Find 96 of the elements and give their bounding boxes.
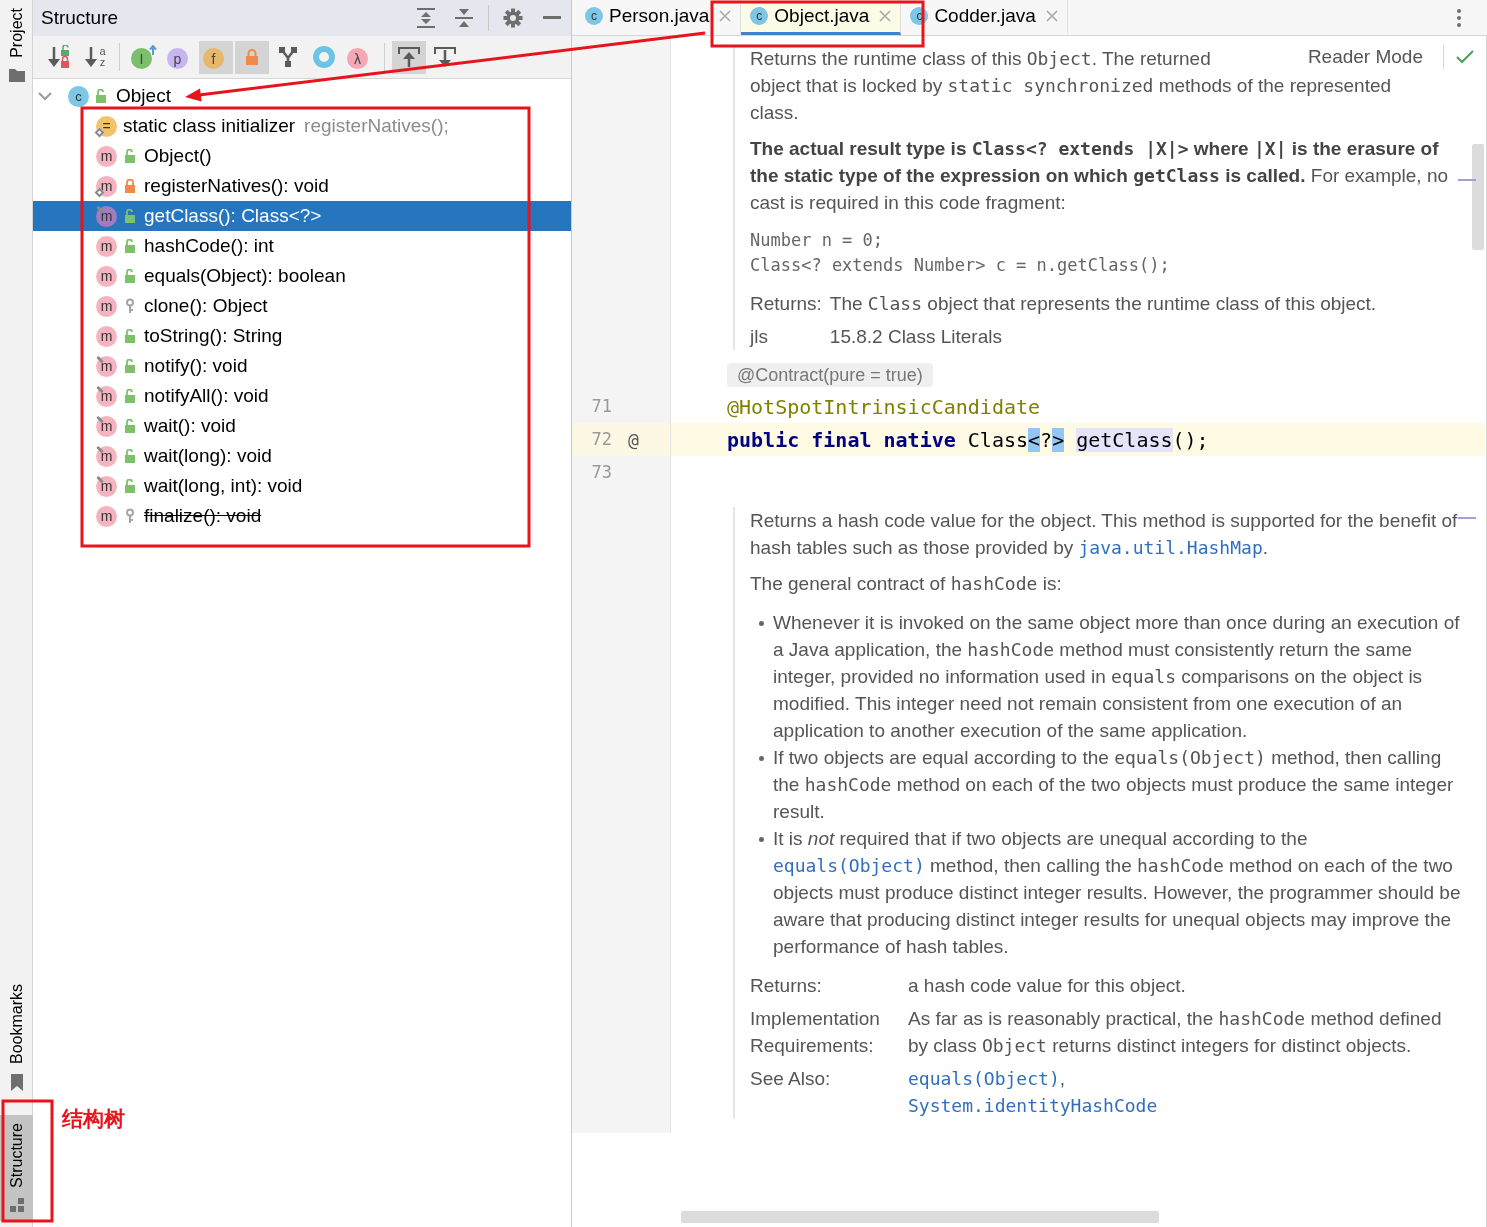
structure-icon — [8, 1198, 25, 1213]
editor-tab[interactable]: c Object.java — [741, 0, 902, 35]
line-number: 72 — [590, 427, 612, 451]
lock-icon — [124, 179, 136, 193]
unlocked-icon — [124, 359, 136, 373]
doc-label: See Also: — [750, 1067, 832, 1091]
expand-all-icon[interactable] — [416, 7, 436, 29]
doc-paragraph: Whenever it is invoked on the same object more than once during an execution of a Java application, the hashCode method must consistently return the same integer, provided no information used in equals comparisons on the object is modified. This integer need not remain consistent from one execution of an application to another execution of the same application. — [773, 611, 1461, 743]
line-number: 73 — [590, 460, 612, 484]
link[interactable]: System.identityHashCode — [908, 1095, 1158, 1116]
panel-title: Structure — [41, 5, 119, 30]
unlocked-icon — [124, 449, 136, 463]
editor-tab[interactable]: c Codder.java — [901, 0, 1068, 35]
code-line: public final native Class<?> getClass(); — [727, 426, 1209, 454]
doc-value: a hash code value for this object. — [908, 974, 1186, 998]
check-icon[interactable] — [1456, 50, 1474, 64]
scrollbar-thumb[interactable] — [1472, 144, 1484, 250]
close-icon[interactable] — [879, 10, 892, 22]
doc-paragraph: Returns a hash code value for the object. This method is supported for the benefit of hash tables such as those provided by java.util.HashMap. — [750, 509, 1459, 560]
method-icon: m — [96, 235, 117, 257]
doc-value: equals(Object), — [908, 1067, 1065, 1091]
method-icon: m — [96, 385, 117, 407]
bullet-icon — [759, 837, 764, 842]
method-icon: m — [96, 205, 117, 227]
unlocked-icon — [124, 419, 136, 433]
doc-text: class. — [750, 101, 799, 125]
method-icon: m — [96, 355, 117, 377]
doc-label: Returns: — [750, 974, 823, 998]
link[interactable]: equals(Object) — [908, 1068, 1060, 1089]
doc-text: Returns the runtime class of this Object. The returned — [750, 47, 1211, 71]
link[interactable]: java.util.HashMap — [1078, 537, 1263, 558]
doc-label: Returns: — [750, 292, 822, 316]
code-sample: Number n = 0; Class<? extends Number> c = n.getClass(); — [750, 229, 1171, 277]
doc-label: jls — [750, 325, 769, 349]
method-icon: m — [96, 475, 117, 497]
tree-item[interactable]: m getClass(): Class<?> — [33, 201, 571, 231]
ring-icon — [313, 46, 335, 68]
autoscroll-up-icon — [398, 46, 420, 68]
unlocked-icon — [124, 149, 136, 163]
key-icon — [124, 508, 136, 524]
chevron-down-icon[interactable] — [38, 89, 52, 103]
unlocked-icon — [124, 479, 136, 493]
tool-window-tab[interactable]: Bookmarks — [0, 976, 33, 1100]
unlocked-icon — [124, 209, 136, 223]
tool-window-tab[interactable]: Project — [0, 0, 33, 90]
lock-icon — [245, 49, 259, 65]
code-line: @HotSpotIntrinsicCandidate — [727, 393, 1041, 421]
class-icon: c — [68, 85, 89, 107]
collapse-all-icon[interactable] — [454, 7, 474, 29]
line-number: 71 — [590, 394, 612, 418]
class-icon: c — [750, 7, 769, 25]
toolbar-button[interactable] — [392, 40, 426, 74]
unlocked-icon — [95, 89, 107, 103]
doc-label: Implementation Requirements: — [750, 1007, 881, 1058]
doc-value: 15.8.2 Class Literals — [829, 325, 1002, 349]
doc-text: object that is locked by static synchronized methods of the represented — [750, 74, 1392, 98]
class-icon: c — [585, 7, 603, 25]
sort-icon — [47, 45, 71, 69]
unlocked-icon — [124, 269, 136, 283]
unlocked-icon — [124, 329, 136, 343]
tree-node[interactable]: Object — [116, 81, 171, 111]
doc-paragraph: The actual result type is Class<? extends |X|> where |X| is the erasure of the static type of the expression on which getClass is called. For example, no cast is required in this code fragment: — [750, 137, 1450, 215]
inlay-hint: @Contract(pure = true) — [727, 363, 933, 387]
method-icon: m — [96, 295, 117, 317]
toolbar-button[interactable]: a z — [78, 40, 112, 74]
settings-icon[interactable] — [503, 8, 523, 28]
doc-value: As far as is reasonably practical, the hashCode method defined by class Object returns distinct integers for distinct objects. — [908, 1007, 1443, 1058]
method-icon: m — [96, 415, 117, 437]
minimize-icon[interactable] — [543, 16, 561, 20]
gutter-mark[interactable]: @ — [628, 426, 639, 453]
bookmark-icon — [9, 1074, 24, 1092]
scrollbar-thumb[interactable] — [681, 1211, 1159, 1223]
doc-paragraph: If two objects are equal according to the equals(Object) method, then calling the hashCode method on each of the two objects must produce the same integer result. — [773, 746, 1455, 824]
bullet-icon — [759, 621, 764, 626]
close-icon[interactable] — [719, 10, 732, 22]
method-icon: m — [96, 445, 117, 467]
method-icon: m — [96, 265, 117, 287]
method-icon: m — [96, 325, 117, 347]
unlocked-icon — [124, 239, 136, 253]
close-icon[interactable] — [1045, 10, 1058, 22]
doc-paragraph: It is not required that if two objects are unequal according to the equals(Object) method, then calling the hashCode method on each of the two objects must produce distinct integer results. However, the programmer should be aware that producing distinct integer results for unequal objects may improve the performance of hash tables. — [773, 827, 1462, 959]
unlocked-icon — [124, 389, 136, 403]
method-icon: m — [96, 145, 117, 167]
annotation-label: 结构树 — [62, 1106, 125, 1132]
doc-paragraph: The general contract of hashCode is: — [750, 572, 1063, 596]
bullet-icon — [759, 756, 764, 761]
more-icon[interactable] — [1456, 7, 1462, 28]
fork-icon — [278, 46, 298, 68]
doc-value: The Class object that represents the runtime class of this object. — [829, 292, 1377, 316]
key-icon — [124, 298, 136, 314]
folder-icon — [8, 67, 25, 82]
link[interactable]: equals(Object) — [773, 855, 925, 876]
initializer-icon: = — [96, 115, 117, 137]
reader-mode-link[interactable]: Reader Mode — [1307, 42, 1423, 72]
method-icon: m — [96, 505, 117, 527]
method-icon: m — [96, 175, 117, 197]
